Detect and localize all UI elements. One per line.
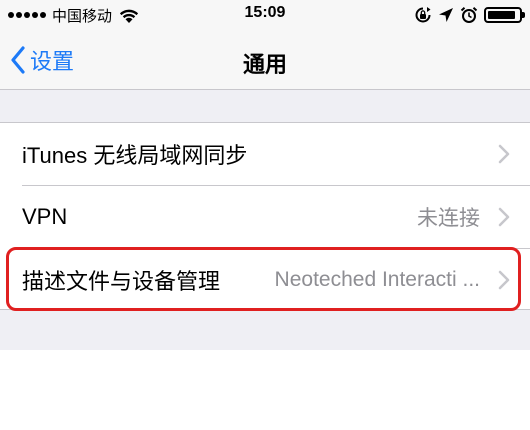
page-title: 通用 — [242, 52, 287, 77]
status-bar: 中国移动 15:09 — [0, 0, 530, 30]
row-label: VPN — [22, 204, 68, 229]
section-spacer — [0, 90, 530, 122]
alarm-icon — [460, 7, 478, 23]
chevron-right-icon — [498, 270, 510, 290]
location-icon — [439, 8, 453, 22]
row-profiles-device-management[interactable]: 描述文件与设备管理 Neoteched Interacti ... — [0, 249, 530, 311]
row-label: 描述文件与设备管理 — [22, 269, 221, 294]
chevron-right-icon — [498, 144, 510, 164]
chevron-right-icon — [498, 207, 510, 227]
row-label: iTunes 无线局域网同步 — [22, 143, 248, 168]
row-value: 未连接 — [417, 207, 480, 230]
settings-group: iTunes 无线局域网同步 VPN 未连接 描述文件与设备管理 Neotech… — [0, 122, 530, 310]
orientation-lock-icon — [415, 7, 431, 23]
battery-icon — [484, 7, 525, 23]
row-vpn[interactable]: VPN 未连接 — [0, 186, 530, 248]
navigation-bar: 设置 通用 — [0, 30, 530, 90]
section-spacer — [0, 310, 530, 350]
status-right — [414, 5, 525, 25]
row-itunes-wifi-sync[interactable]: iTunes 无线局域网同步 — [0, 123, 530, 185]
row-value: Neoteched Interacti ... — [274, 268, 480, 291]
